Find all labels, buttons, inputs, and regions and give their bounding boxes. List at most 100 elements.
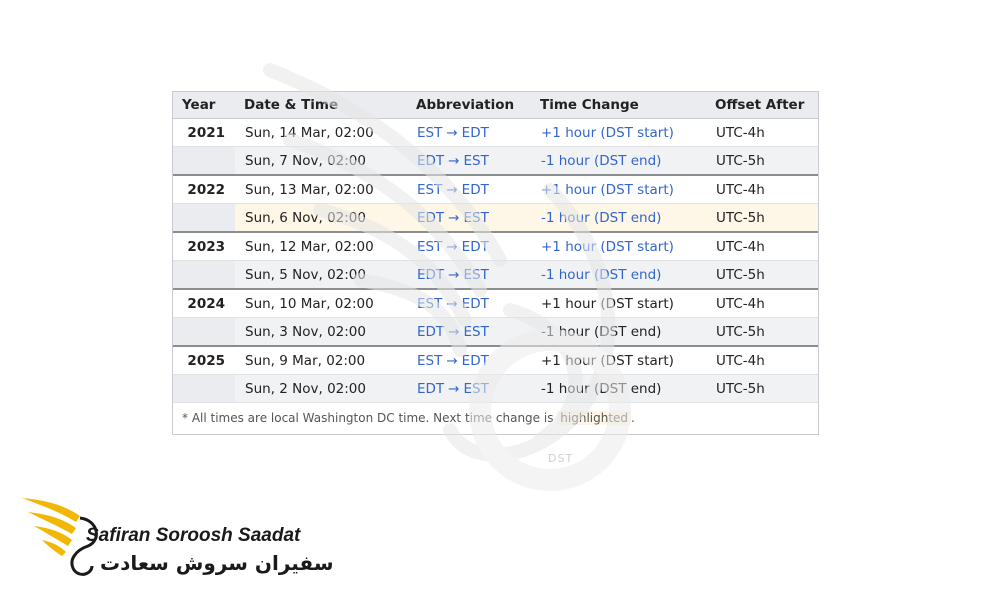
arrow-right-icon: →	[448, 152, 460, 169]
abbr-to[interactable]: EDT	[462, 239, 489, 255]
offset-cell: UTC-5h	[706, 203, 818, 233]
arrow-right-icon: →	[448, 323, 460, 340]
date-cell: Sun, 3 Nov, 02:00	[235, 317, 407, 347]
abbr-to[interactable]: EST	[463, 153, 488, 169]
arrow-right-icon: →	[448, 380, 460, 397]
year-cell	[173, 374, 235, 403]
abbreviation-cell[interactable]: EDT → EST	[407, 203, 531, 233]
table-footnote: * All times are local Washington DC time…	[173, 403, 818, 425]
offset-cell: UTC-5h	[706, 146, 818, 176]
year-cell	[173, 260, 235, 290]
abbr-from[interactable]: EST	[417, 353, 442, 369]
abbr-to[interactable]: EST	[463, 210, 488, 226]
time-change-cell: -1 hour (DST end)	[531, 374, 706, 403]
abbr-to[interactable]: EST	[463, 381, 488, 397]
time-change-cell[interactable]: +1 hour (DST start)	[531, 231, 706, 261]
dst-table-container: Year Date & Time Abbreviation Time Chang…	[172, 91, 819, 435]
date-cell: Sun, 5 Nov, 02:00	[235, 260, 407, 290]
abbreviation-cell[interactable]: EST → EDT	[407, 118, 531, 147]
arrow-right-icon: →	[446, 124, 458, 141]
abbreviation-cell[interactable]: EDT → EST	[407, 374, 531, 403]
date-cell: Sun, 6 Nov, 02:00	[235, 203, 407, 233]
abbr-from[interactable]: EDT	[417, 210, 444, 226]
table-row: 2024 Sun, 10 Mar, 02:00 EST → EDT +1 hour (DS…	[173, 288, 818, 318]
abbreviation-cell[interactable]: EST → EDT	[407, 288, 531, 318]
time-change-cell[interactable]: -1 hour (DST end)	[531, 146, 706, 176]
year-cell	[173, 317, 235, 347]
arrow-right-icon: →	[446, 238, 458, 255]
arrow-right-icon: →	[446, 181, 458, 198]
header-date-time: Date & Time	[235, 92, 407, 119]
offset-cell: UTC-4h	[706, 288, 818, 318]
table-row: 2021 Sun, 14 Mar, 02:00 EST → EDT +1 hour (DS…	[173, 118, 818, 147]
table-row: 2025 Sun, 9 Mar, 02:00 EST → EDT +1 hour (DST…	[173, 345, 818, 375]
offset-cell: UTC-5h	[706, 260, 818, 290]
abbr-to[interactable]: EDT	[462, 353, 489, 369]
logo-persian-text: سفیران سروش سعادت	[100, 551, 334, 575]
abbreviation-cell[interactable]: EST → EDT	[407, 345, 531, 375]
year-cell: 2024	[173, 288, 235, 318]
abbreviation-cell[interactable]: EDT → EST	[407, 146, 531, 176]
offset-cell: UTC-4h	[706, 174, 818, 204]
offset-cell: UTC-4h	[706, 118, 818, 147]
arrow-right-icon: →	[448, 266, 460, 283]
abbr-from[interactable]: EDT	[417, 153, 444, 169]
offset-cell: UTC-4h	[706, 231, 818, 261]
abbr-from[interactable]: EDT	[417, 267, 444, 283]
offset-cell: UTC-4h	[706, 345, 818, 375]
abbr-to[interactable]: EDT	[462, 296, 489, 312]
abbr-to[interactable]: EDT	[462, 125, 489, 141]
year-cell	[173, 203, 235, 233]
table-row: 2022 Sun, 13 Mar, 02:00 EST → EDT +1 hour (DS…	[173, 174, 818, 204]
year-cell	[173, 146, 235, 176]
abbr-to[interactable]: EST	[463, 324, 488, 340]
date-cell: Sun, 9 Mar, 02:00	[235, 345, 407, 375]
arrow-right-icon: →	[448, 209, 460, 226]
abbr-from[interactable]: EDT	[417, 381, 444, 397]
logo-latin-text: Safiran Soroosh Saadat	[86, 525, 301, 546]
time-change-cell[interactable]: +1 hour (DST start)	[531, 174, 706, 204]
abbr-from[interactable]: EST	[417, 239, 442, 255]
footnote-highlight: highlighted	[557, 411, 632, 425]
dst-table: Year Date & Time Abbreviation Time Chang…	[173, 92, 818, 403]
header-year: Year	[173, 92, 235, 119]
date-cell: Sun, 13 Mar, 02:00	[235, 174, 407, 204]
header-offset-after: Offset After	[706, 92, 818, 119]
table-header-row: Year Date & Time Abbreviation Time Chang…	[173, 92, 818, 119]
watermark-text: DST	[548, 452, 574, 465]
time-change-cell[interactable]: -1 hour (DST end)	[531, 203, 706, 233]
abbr-to[interactable]: EDT	[462, 182, 489, 198]
offset-cell: UTC-5h	[706, 317, 818, 347]
time-change-cell: +1 hour (DST start)	[531, 288, 706, 318]
footnote-period: .	[631, 411, 635, 425]
abbr-from[interactable]: EST	[417, 125, 442, 141]
abbreviation-cell[interactable]: EDT → EST	[407, 317, 531, 347]
table-row: Sun, 3 Nov, 02:00 EDT → EST -1 hour (DST end…	[173, 317, 818, 347]
abbr-to[interactable]: EST	[463, 267, 488, 283]
abbr-from[interactable]: EST	[417, 296, 442, 312]
table-row: 2023 Sun, 12 Mar, 02:00 EST → EDT +1 hour (DS…	[173, 231, 818, 261]
header-time-change: Time Change	[531, 92, 706, 119]
abbreviation-cell[interactable]: EDT → EST	[407, 260, 531, 290]
offset-cell: UTC-5h	[706, 374, 818, 403]
time-change-cell: -1 hour (DST end)	[531, 317, 706, 347]
year-cell: 2021	[173, 118, 235, 147]
table-row: Sun, 2 Nov, 02:00 EDT → EST -1 hour (DST end…	[173, 374, 818, 403]
date-cell: Sun, 7 Nov, 02:00	[235, 146, 407, 176]
date-cell: Sun, 14 Mar, 02:00	[235, 118, 407, 147]
abbr-from[interactable]: EST	[417, 182, 442, 198]
year-cell: 2022	[173, 174, 235, 204]
abbr-from[interactable]: EDT	[417, 324, 444, 340]
time-change-cell[interactable]: -1 hour (DST end)	[531, 260, 706, 290]
abbreviation-cell[interactable]: EST → EDT	[407, 231, 531, 261]
table-row: Sun, 5 Nov, 02:00 EDT → EST -1 hour (DST end…	[173, 260, 818, 290]
date-cell: Sun, 12 Mar, 02:00	[235, 231, 407, 261]
time-change-cell[interactable]: +1 hour (DST start)	[531, 118, 706, 147]
year-cell: 2025	[173, 345, 235, 375]
date-cell: Sun, 10 Mar, 02:00	[235, 288, 407, 318]
header-abbreviation: Abbreviation	[407, 92, 531, 119]
table-row: Sun, 6 Nov, 02:00 EDT → EST -1 hour (DST end…	[173, 203, 818, 233]
year-cell: 2023	[173, 231, 235, 261]
abbreviation-cell[interactable]: EST → EDT	[407, 174, 531, 204]
arrow-right-icon: →	[446, 352, 458, 369]
